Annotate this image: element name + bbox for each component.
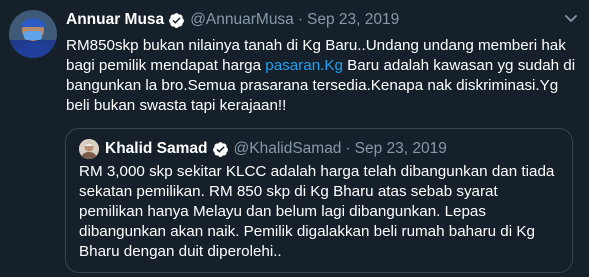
verified-badge-icon bbox=[169, 12, 185, 28]
author-name[interactable]: Annuar Musa bbox=[66, 11, 164, 29]
quoted-tweet-header: Khalid Samad @KhalidSamad · Sep 23, 2019 bbox=[79, 138, 447, 160]
author-handle[interactable]: @AnnuarMusa bbox=[190, 11, 294, 29]
quoted-tweet[interactable]: Khalid Samad @KhalidSamad · Sep 23, 2019… bbox=[65, 128, 573, 273]
tweet-link[interactable]: pasaran.Kg bbox=[265, 57, 343, 74]
avatar-image bbox=[9, 10, 57, 58]
separator-dot: · bbox=[297, 11, 303, 28]
chevron-down-icon[interactable] bbox=[563, 12, 579, 26]
tweet-text: RM850skp bukan nilainya tanah di Kg Baru… bbox=[66, 36, 576, 116]
quoted-author-name[interactable]: Khalid Samad bbox=[105, 140, 208, 158]
author-avatar[interactable] bbox=[9, 10, 57, 58]
tweet[interactable]: Annuar Musa @AnnuarMusa · Sep 23, 2019 R… bbox=[0, 0, 589, 277]
quoted-author-avatar bbox=[79, 139, 99, 159]
tweet-header: Annuar Musa @AnnuarMusa · Sep 23, 2019 bbox=[66, 9, 549, 31]
quoted-separator-dot: · bbox=[345, 140, 351, 157]
quoted-author-handle[interactable]: @KhalidSamad bbox=[234, 140, 342, 158]
verified-badge-icon bbox=[212, 141, 228, 157]
quoted-tweet-text: RM 3,000 skp sekitar KLCC adalah harga t… bbox=[79, 163, 555, 260]
quoted-avatar-image bbox=[79, 139, 99, 159]
quoted-tweet-date[interactable]: Sep 23, 2019 bbox=[355, 140, 447, 158]
tweet-date[interactable]: Sep 23, 2019 bbox=[307, 11, 399, 29]
